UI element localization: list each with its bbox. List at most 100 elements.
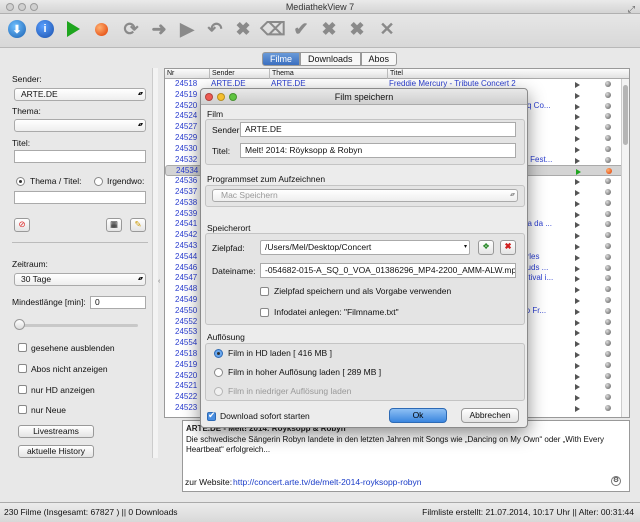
search-input[interactable] — [14, 191, 146, 204]
record-icon[interactable] — [605, 318, 611, 325]
record-icon[interactable] — [606, 168, 612, 175]
record-icon[interactable] — [605, 329, 611, 336]
dialog-zoom-button[interactable] — [229, 93, 237, 101]
update-filmlist-button[interactable]: ⬇ — [6, 18, 28, 40]
refresh-button[interactable]: ⟳ — [120, 18, 142, 40]
radio-hd[interactable] — [214, 349, 223, 358]
chk-neue[interactable] — [18, 405, 27, 414]
minimize-window-button[interactable] — [18, 3, 26, 11]
play-icon[interactable] — [575, 287, 580, 294]
abbrechen-button[interactable]: Abbrechen — [461, 408, 519, 423]
radio-high[interactable] — [214, 368, 223, 377]
play-icon[interactable] — [575, 265, 580, 272]
reset-filter-button[interactable]: ⊘ — [14, 218, 30, 232]
play-icon[interactable] — [575, 319, 580, 326]
record-icon[interactable] — [605, 242, 611, 249]
play-icon[interactable] — [575, 395, 580, 402]
radio-thema-titel[interactable] — [16, 177, 25, 186]
record-icon[interactable] — [605, 199, 611, 206]
done-button[interactable]: ✔ — [290, 18, 312, 40]
play-icon[interactable] — [575, 362, 580, 369]
record-icon[interactable] — [605, 124, 611, 131]
delete-path-button[interactable]: ✖ — [500, 240, 516, 255]
ok-button[interactable]: Ok — [389, 408, 447, 423]
tab-abos[interactable]: Abos — [360, 52, 398, 66]
scroll-thumb[interactable] — [623, 85, 628, 145]
record-icon[interactable] — [605, 156, 611, 163]
thema-select[interactable] — [14, 119, 146, 132]
record-icon[interactable] — [605, 188, 611, 195]
chk-gesehene[interactable] — [18, 343, 27, 352]
play-icon[interactable] — [576, 169, 581, 176]
folder-button[interactable]: ❖ — [478, 240, 494, 255]
record-icon[interactable] — [605, 81, 611, 87]
stop-button[interactable]: ✖ — [232, 18, 254, 40]
col-titel[interactable]: Titel — [387, 69, 403, 79]
chk-abos[interactable] — [18, 364, 27, 373]
col-nr[interactable]: Nr — [165, 69, 174, 79]
record-icon[interactable] — [605, 361, 611, 368]
start-button[interactable]: ▶ — [176, 18, 198, 40]
play-icon[interactable] — [575, 211, 580, 218]
chk-download-sofort[interactable]: ✔ — [207, 410, 216, 421]
record-icon[interactable] — [605, 372, 611, 379]
record-icon[interactable] — [605, 275, 611, 282]
split-divider[interactable]: ‹ — [158, 68, 162, 498]
info-button[interactable]: i — [34, 18, 56, 40]
record-icon[interactable] — [605, 178, 611, 185]
titel-input[interactable] — [14, 150, 146, 163]
record-icon[interactable] — [605, 350, 611, 357]
play-icon[interactable] — [575, 351, 580, 358]
chk-infodatei[interactable] — [260, 308, 269, 317]
table-scrollbar[interactable] — [621, 79, 629, 417]
play-icon[interactable] — [575, 233, 580, 240]
delete-button[interactable]: ✖ — [318, 18, 340, 40]
record-icon[interactable] — [605, 145, 611, 152]
history-button[interactable]: aktuelle History — [18, 445, 94, 458]
zielpfad-select[interactable]: /Users/Mel/Desktop/Concert — [260, 240, 470, 255]
record-icon[interactable] — [605, 113, 611, 120]
play-icon[interactable] — [575, 179, 580, 186]
zoom-window-button[interactable] — [30, 3, 38, 11]
sender-select[interactable]: ARTE.DE — [14, 88, 146, 101]
play-icon[interactable] — [575, 135, 580, 142]
play-icon[interactable] — [575, 384, 580, 391]
close-window-button[interactable] — [6, 3, 14, 11]
forward-button[interactable]: ➜ — [148, 18, 170, 40]
play-icon[interactable] — [575, 125, 580, 132]
play-icon[interactable] — [575, 254, 580, 261]
record-icon[interactable] — [605, 253, 611, 260]
play-icon[interactable] — [575, 82, 580, 88]
mindestlaenge-slider[interactable] — [16, 324, 138, 327]
record-icon[interactable] — [605, 102, 611, 109]
filter-table-button[interactable]: ▦ — [106, 218, 122, 232]
website-link[interactable]: http://concert.arte.tv/de/melt-2014-royk… — [233, 477, 422, 487]
record-icon[interactable] — [605, 264, 611, 271]
tab-filme[interactable]: Filme — [262, 52, 300, 66]
dateiname-input[interactable]: -054682-015-A_SQ_0_VOA_01386296_MP4-2200… — [260, 263, 516, 278]
dialog-titel-input[interactable]: Melt! 2014: Röyksopp & Robyn — [240, 143, 516, 158]
record-icon[interactable] — [605, 296, 611, 303]
play-icon[interactable] — [575, 114, 580, 121]
dialog-sender-input[interactable]: ARTE.DE — [240, 122, 516, 137]
play-icon[interactable] — [575, 341, 580, 348]
record-icon[interactable] — [605, 340, 611, 347]
tab-downloads[interactable]: Downloads — [300, 52, 361, 66]
play-icon[interactable] — [575, 222, 580, 229]
radio-irgendwo[interactable] — [94, 177, 103, 186]
play-icon[interactable] — [575, 373, 580, 380]
record-icon[interactable] — [605, 394, 611, 401]
record-icon[interactable] — [605, 307, 611, 314]
play-icon[interactable] — [575, 200, 580, 207]
clean-button[interactable]: ⌫ — [260, 18, 285, 40]
tools-button[interactable]: ✕ — [376, 18, 398, 40]
play-icon[interactable] — [575, 146, 580, 153]
play-icon[interactable] — [575, 405, 580, 412]
play-button[interactable] — [62, 18, 84, 40]
play-icon[interactable] — [575, 308, 580, 315]
record-icon[interactable] — [605, 221, 611, 228]
record-icon[interactable] — [605, 404, 611, 411]
record-icon[interactable] — [605, 232, 611, 239]
chk-zielpfad-speichern[interactable] — [260, 287, 269, 296]
dialog-close-button[interactable] — [205, 93, 213, 101]
